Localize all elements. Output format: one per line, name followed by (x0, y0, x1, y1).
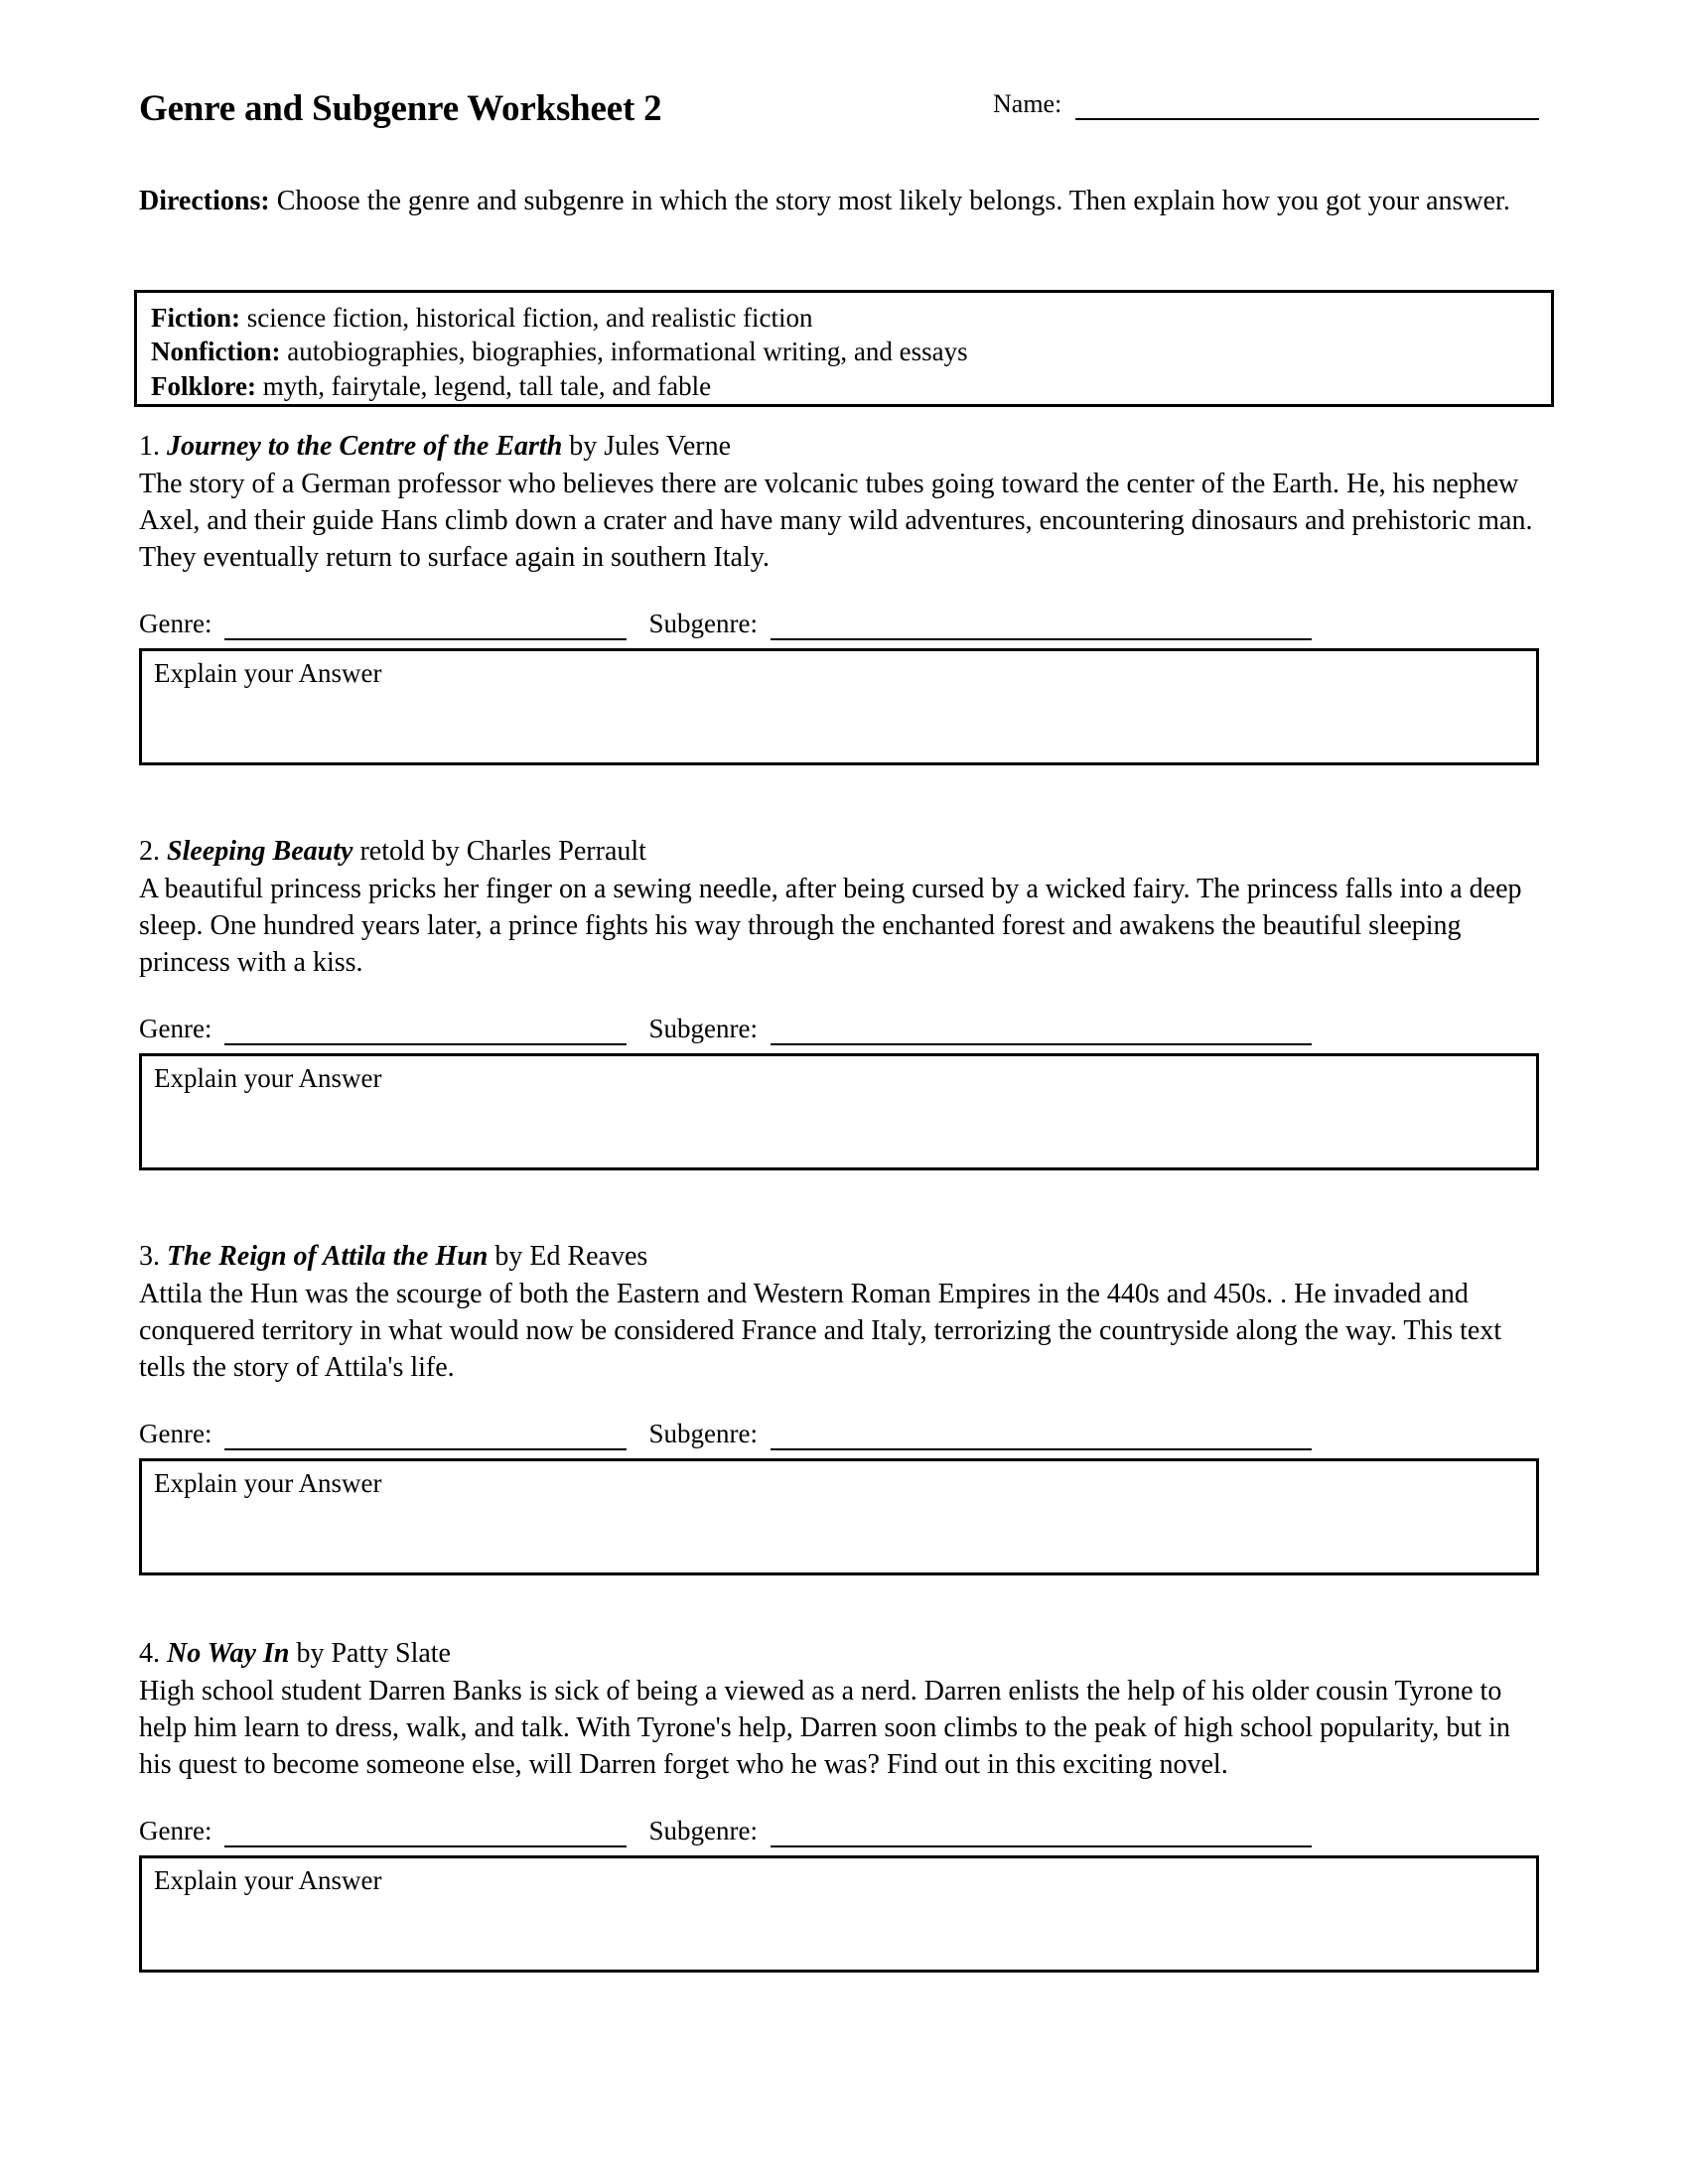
question-3-byline: by Ed Reaves (488, 1241, 648, 1272)
genre-key-values-fiction: science fiction, historical fiction, and… (239, 303, 813, 333)
question-item-3: 3. The Reign of Attila the Hun by Ed Rea… (139, 1239, 1539, 1576)
question-4-explain-box[interactable]: Explain your Answer (139, 1855, 1539, 1974)
question-3-title: 3. The Reign of Attila the Hun by Ed Rea… (139, 1239, 1539, 1275)
question-4-subgenre-input[interactable] (770, 1822, 1312, 1848)
genre-key-values-folklore: myth, fairytale, legend, tall tale, and … (255, 370, 712, 401)
question-1-number: 1. (139, 431, 160, 462)
question-4-answer-row: Genre: Subgenre: (139, 1816, 1539, 1848)
question-1-summary: The story of a German professor who beli… (139, 469, 1533, 574)
question-3-number: 3. (139, 1241, 160, 1272)
question-1-subgenre-input[interactable] (770, 614, 1312, 641)
question-4-subgenre-label: Subgenre: (648, 1816, 758, 1846)
genre-key-label-fiction: Fiction: (151, 303, 240, 333)
genre-key-box: Fiction: science fiction, historical fic… (134, 290, 1554, 407)
genre-key-values-nonfiction: autobiographies, biographies, informatio… (280, 337, 968, 367)
genre-key-row-folklore: Folklore: myth, fairytale, legend, tall … (151, 369, 1551, 403)
question-2-summary: A beautiful princess pricks her finger o… (139, 874, 1522, 979)
question-1-answer-row: Genre: Subgenre: (139, 609, 1539, 641)
question-2-title: 2. Sleeping Beauty retold by Charles Per… (139, 834, 1539, 870)
genre-key-row-nonfiction: Nonfiction: autobiographies, biographies… (151, 335, 1551, 368)
question-item-4: 4. No Way In by Patty Slate High school … (139, 1636, 1539, 1974)
question-1-work-title: Journey to the Centre of the Earth (167, 431, 563, 462)
directions-label: Directions: (139, 186, 270, 216)
question-4-work-title: No Way In (167, 1638, 290, 1669)
question-3-subgenre-label: Subgenre: (648, 1419, 758, 1449)
question-3-summary: Attila the Hun was the scourge of both t… (139, 1279, 1502, 1384)
question-4-summary: High school student Darren Banks is sick… (139, 1676, 1510, 1781)
name-label: Name: (993, 89, 1062, 118)
question-3-genre-input[interactable] (224, 1425, 628, 1451)
question-item-1: 1. Journey to the Centre of the Earth by… (139, 429, 1539, 766)
question-2-genre-label: Genre: (139, 1014, 212, 1044)
question-4-title: 4. No Way In by Patty Slate (139, 1636, 1539, 1672)
question-2-subgenre-input[interactable] (770, 1020, 1312, 1046)
question-1-genre-input[interactable] (224, 614, 628, 641)
question-3-work-title: The Reign of Attila the Hun (167, 1241, 489, 1272)
question-2-explain-box[interactable]: Explain your Answer (139, 1053, 1539, 1171)
question-4-number: 4. (139, 1638, 160, 1669)
question-2-number: 2. (139, 836, 160, 867)
question-1-subgenre-label: Subgenre: (648, 609, 758, 639)
question-2-work-title: Sleeping Beauty (167, 836, 353, 867)
genre-key-label-nonfiction: Nonfiction: (151, 337, 281, 367)
question-2-genre-input[interactable] (224, 1020, 628, 1046)
question-4-byline: by Patty Slate (289, 1638, 451, 1669)
question-3-explain-box[interactable]: Explain your Answer (139, 1458, 1539, 1576)
question-2-answer-row: Genre: Subgenre: (139, 1014, 1539, 1046)
question-3-genre-label: Genre: (139, 1419, 212, 1449)
directions-text: Choose the genre and subgenre in which t… (269, 186, 1510, 216)
question-3-subgenre-input[interactable] (770, 1425, 1312, 1451)
name-field-row: Name: (993, 91, 1539, 120)
question-item-2: 2. Sleeping Beauty retold by Charles Per… (139, 834, 1539, 1171)
question-2-explain-label: Explain your Answer (154, 1063, 382, 1094)
genre-key-label-folklore: Folklore: (151, 370, 256, 401)
question-1-explain-label: Explain your Answer (154, 658, 382, 689)
question-1-explain-box[interactable]: Explain your Answer (139, 648, 1539, 766)
page-title: Genre and Subgenre Worksheet 2 (139, 88, 662, 129)
question-4-genre-input[interactable] (224, 1822, 628, 1848)
question-3-explain-label: Explain your Answer (154, 1468, 382, 1499)
question-4-explain-label: Explain your Answer (154, 1865, 382, 1896)
question-2-byline: retold by Charles Perrault (352, 836, 646, 867)
question-3-answer-row: Genre: Subgenre: (139, 1419, 1539, 1451)
question-4-genre-label: Genre: (139, 1816, 212, 1846)
genre-key-row-fiction: Fiction: science fiction, historical fic… (151, 301, 1551, 335)
question-1-title: 1. Journey to the Centre of the Earth by… (139, 429, 1539, 465)
question-1-genre-label: Genre: (139, 609, 212, 639)
question-1-byline: by Jules Verne (562, 431, 732, 462)
name-input-blank[interactable] (1075, 92, 1539, 120)
worksheet-page: Name: Genre and Subgenre Worksheet 2 Dir… (0, 0, 1688, 2184)
directions-paragraph: Directions: Choose the genre and subgenr… (139, 184, 1529, 219)
question-2-subgenre-label: Subgenre: (648, 1014, 758, 1044)
